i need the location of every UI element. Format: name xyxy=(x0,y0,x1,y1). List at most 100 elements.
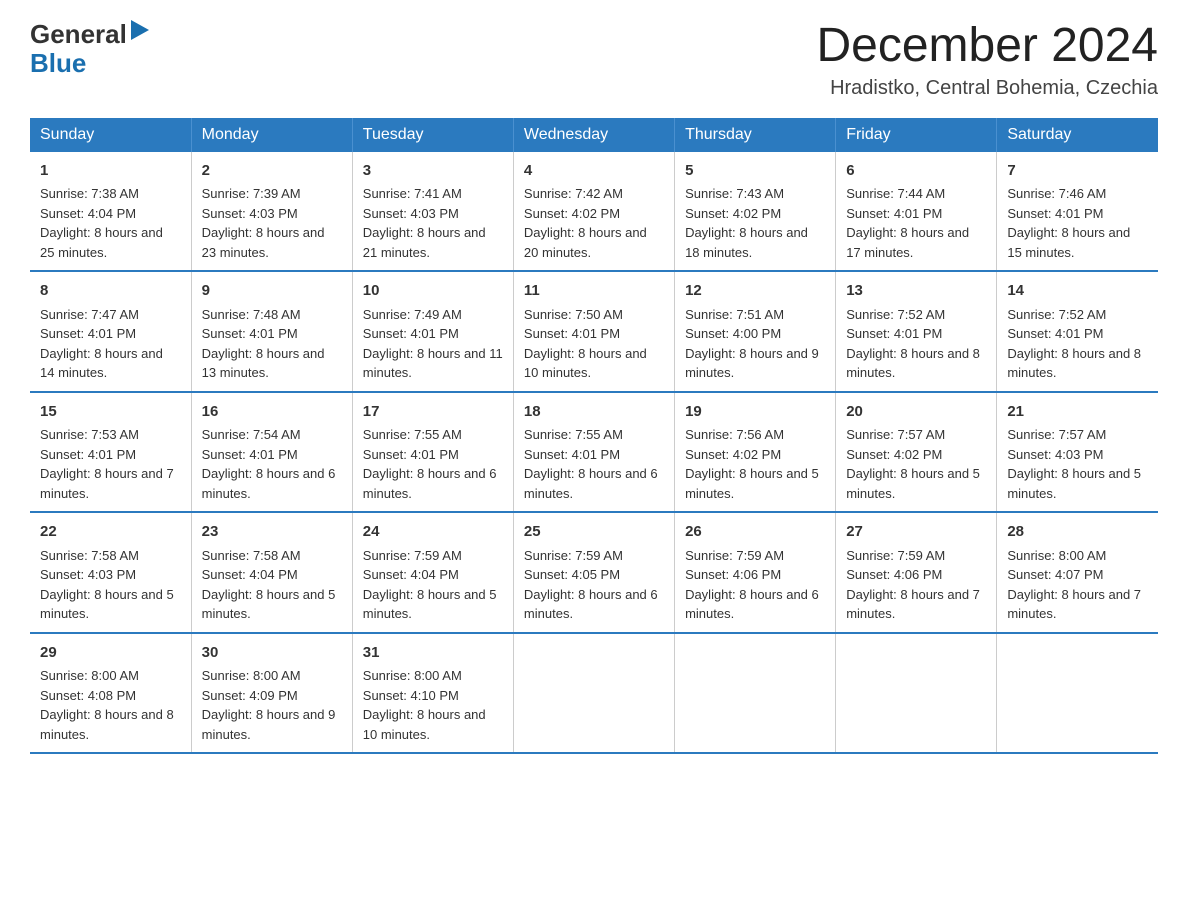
day-info: Sunrise: 7:55 AMSunset: 4:01 PMDaylight:… xyxy=(524,427,658,501)
day-info: Sunrise: 7:59 AMSunset: 4:06 PMDaylight:… xyxy=(846,548,980,622)
day-info: Sunrise: 7:59 AMSunset: 4:04 PMDaylight:… xyxy=(363,548,497,622)
day-info: Sunrise: 7:47 AMSunset: 4:01 PMDaylight:… xyxy=(40,307,163,381)
calendar-cell xyxy=(836,633,997,754)
calendar-cell: 23Sunrise: 7:58 AMSunset: 4:04 PMDayligh… xyxy=(191,512,352,633)
day-info: Sunrise: 7:42 AMSunset: 4:02 PMDaylight:… xyxy=(524,186,647,260)
day-info: Sunrise: 7:52 AMSunset: 4:01 PMDaylight:… xyxy=(846,307,980,381)
calendar-cell: 19Sunrise: 7:56 AMSunset: 4:02 PMDayligh… xyxy=(675,392,836,513)
day-number: 5 xyxy=(685,160,825,183)
calendar-cell xyxy=(513,633,674,754)
calendar-cell: 20 Sunrise: 7:57 AMSunset: 4:02 PMDayligh… xyxy=(836,392,997,513)
calendar-cell: 12Sunrise: 7:51 AMSunset: 4:00 PMDayligh… xyxy=(675,271,836,392)
day-number: 8 xyxy=(40,280,181,303)
day-number: 18 xyxy=(524,401,664,424)
day-info: Sunrise: 7:39 AMSunset: 4:03 PMDaylight:… xyxy=(202,186,325,260)
day-number: 12 xyxy=(685,280,825,303)
day-number: 10 xyxy=(363,280,503,303)
day-info: Sunrise: 7:46 AMSunset: 4:01 PMDaylight:… xyxy=(1007,186,1130,260)
day-number: 20 xyxy=(846,401,986,424)
day-info: Sunrise: 8:00 AMSunset: 4:10 PMDaylight:… xyxy=(363,668,486,742)
calendar-cell: 10Sunrise: 7:49 AMSunset: 4:01 PMDayligh… xyxy=(352,271,513,392)
day-info: Sunrise: 7:57 AMSunset: 4:02 PMDaylight:… xyxy=(846,427,980,501)
calendar-cell: 7 Sunrise: 7:46 AMSunset: 4:01 PMDaylight… xyxy=(997,152,1158,272)
day-info: Sunrise: 7:58 AMSunset: 4:03 PMDaylight:… xyxy=(40,548,174,622)
day-number: 4 xyxy=(524,160,664,183)
day-info: Sunrise: 7:54 AMSunset: 4:01 PMDaylight:… xyxy=(202,427,336,501)
day-number: 11 xyxy=(524,280,664,303)
calendar-cell: 24 Sunrise: 7:59 AMSunset: 4:04 PMDayligh… xyxy=(352,512,513,633)
day-info: Sunrise: 7:44 AMSunset: 4:01 PMDaylight:… xyxy=(846,186,969,260)
calendar-cell: 21 Sunrise: 7:57 AMSunset: 4:03 PMDayligh… xyxy=(997,392,1158,513)
logo-wordmark: General Blue xyxy=(30,20,149,77)
calendar-cell xyxy=(675,633,836,754)
day-info: Sunrise: 7:58 AMSunset: 4:04 PMDaylight:… xyxy=(202,548,336,622)
calendar-cell: 27 Sunrise: 7:59 AMSunset: 4:06 PMDayligh… xyxy=(836,512,997,633)
day-info: Sunrise: 7:38 AMSunset: 4:04 PMDaylight:… xyxy=(40,186,163,260)
day-number: 28 xyxy=(1007,521,1148,544)
calendar-cell: 29 Sunrise: 8:00 AMSunset: 4:08 PMDayligh… xyxy=(30,633,191,754)
column-header-thursday: Thursday xyxy=(675,118,836,152)
calendar-cell: 31 Sunrise: 8:00 AMSunset: 4:10 PMDayligh… xyxy=(352,633,513,754)
day-info: Sunrise: 7:41 AMSunset: 4:03 PMDaylight:… xyxy=(363,186,486,260)
day-number: 21 xyxy=(1007,401,1148,424)
day-info: Sunrise: 8:00 AMSunset: 4:07 PMDaylight:… xyxy=(1007,548,1141,622)
title-block: December 2024 Hradistko, Central Bohemia… xyxy=(816,20,1158,100)
calendar-week-row: 1 Sunrise: 7:38 AMSunset: 4:04 PMDaylight… xyxy=(30,152,1158,272)
logo-general-text: General xyxy=(30,20,127,49)
calendar-cell: 4 Sunrise: 7:42 AMSunset: 4:02 PMDaylight… xyxy=(513,152,674,272)
column-header-monday: Monday xyxy=(191,118,352,152)
calendar-cell: 8 Sunrise: 7:47 AMSunset: 4:01 PMDaylight… xyxy=(30,271,191,392)
day-number: 29 xyxy=(40,642,181,665)
calendar-cell: 26Sunrise: 7:59 AMSunset: 4:06 PMDayligh… xyxy=(675,512,836,633)
day-info: Sunrise: 7:55 AMSunset: 4:01 PMDaylight:… xyxy=(363,427,497,501)
calendar-cell: 11 Sunrise: 7:50 AMSunset: 4:01 PMDayligh… xyxy=(513,271,674,392)
calendar-cell: 14Sunrise: 7:52 AMSunset: 4:01 PMDayligh… xyxy=(997,271,1158,392)
day-number: 30 xyxy=(202,642,342,665)
day-number: 13 xyxy=(846,280,986,303)
day-info: Sunrise: 7:50 AMSunset: 4:01 PMDaylight:… xyxy=(524,307,647,381)
day-number: 25 xyxy=(524,521,664,544)
day-number: 27 xyxy=(846,521,986,544)
calendar-cell: 22Sunrise: 7:58 AMSunset: 4:03 PMDayligh… xyxy=(30,512,191,633)
calendar-cell: 9 Sunrise: 7:48 AMSunset: 4:01 PMDaylight… xyxy=(191,271,352,392)
day-number: 9 xyxy=(202,280,342,303)
calendar-cell: 6 Sunrise: 7:44 AMSunset: 4:01 PMDaylight… xyxy=(836,152,997,272)
column-header-wednesday: Wednesday xyxy=(513,118,674,152)
logo-blue-text: Blue xyxy=(30,48,86,78)
column-header-friday: Friday xyxy=(836,118,997,152)
calendar-cell: 18 Sunrise: 7:55 AMSunset: 4:01 PMDayligh… xyxy=(513,392,674,513)
calendar-cell: 3Sunrise: 7:41 AMSunset: 4:03 PMDaylight… xyxy=(352,152,513,272)
day-number: 26 xyxy=(685,521,825,544)
day-number: 15 xyxy=(40,401,181,424)
calendar-cell: 2Sunrise: 7:39 AMSunset: 4:03 PMDaylight… xyxy=(191,152,352,272)
day-number: 6 xyxy=(846,160,986,183)
calendar-cell: 15Sunrise: 7:53 AMSunset: 4:01 PMDayligh… xyxy=(30,392,191,513)
calendar-week-row: 8 Sunrise: 7:47 AMSunset: 4:01 PMDaylight… xyxy=(30,271,1158,392)
day-info: Sunrise: 7:48 AMSunset: 4:01 PMDaylight:… xyxy=(202,307,325,381)
location-subtitle: Hradistko, Central Bohemia, Czechia xyxy=(816,77,1158,100)
calendar-table: SundayMondayTuesdayWednesdayThursdayFrid… xyxy=(30,118,1158,755)
day-number: 7 xyxy=(1007,160,1148,183)
month-title: December 2024 xyxy=(816,20,1158,73)
calendar-week-row: 15Sunrise: 7:53 AMSunset: 4:01 PMDayligh… xyxy=(30,392,1158,513)
day-info: Sunrise: 7:59 AMSunset: 4:05 PMDaylight:… xyxy=(524,548,658,622)
day-number: 1 xyxy=(40,160,181,183)
day-info: Sunrise: 8:00 AMSunset: 4:09 PMDaylight:… xyxy=(202,668,336,742)
day-number: 24 xyxy=(363,521,503,544)
day-number: 31 xyxy=(363,642,503,665)
page-header: General Blue December 2024 Hradistko, Ce… xyxy=(30,20,1158,100)
day-info: Sunrise: 7:57 AMSunset: 4:03 PMDaylight:… xyxy=(1007,427,1141,501)
day-info: Sunrise: 7:56 AMSunset: 4:02 PMDaylight:… xyxy=(685,427,819,501)
calendar-cell: 13 Sunrise: 7:52 AMSunset: 4:01 PMDayligh… xyxy=(836,271,997,392)
logo-arrow-icon xyxy=(131,20,149,40)
day-number: 16 xyxy=(202,401,342,424)
calendar-cell: 30 Sunrise: 8:00 AMSunset: 4:09 PMDayligh… xyxy=(191,633,352,754)
day-info: Sunrise: 8:00 AMSunset: 4:08 PMDaylight:… xyxy=(40,668,174,742)
day-info: Sunrise: 7:52 AMSunset: 4:01 PMDaylight:… xyxy=(1007,307,1141,381)
calendar-cell: 25 Sunrise: 7:59 AMSunset: 4:05 PMDayligh… xyxy=(513,512,674,633)
calendar-week-row: 22Sunrise: 7:58 AMSunset: 4:03 PMDayligh… xyxy=(30,512,1158,633)
calendar-cell: 28 Sunrise: 8:00 AMSunset: 4:07 PMDayligh… xyxy=(997,512,1158,633)
calendar-cell xyxy=(997,633,1158,754)
logo: General Blue xyxy=(30,20,149,77)
calendar-cell: 1 Sunrise: 7:38 AMSunset: 4:04 PMDaylight… xyxy=(30,152,191,272)
